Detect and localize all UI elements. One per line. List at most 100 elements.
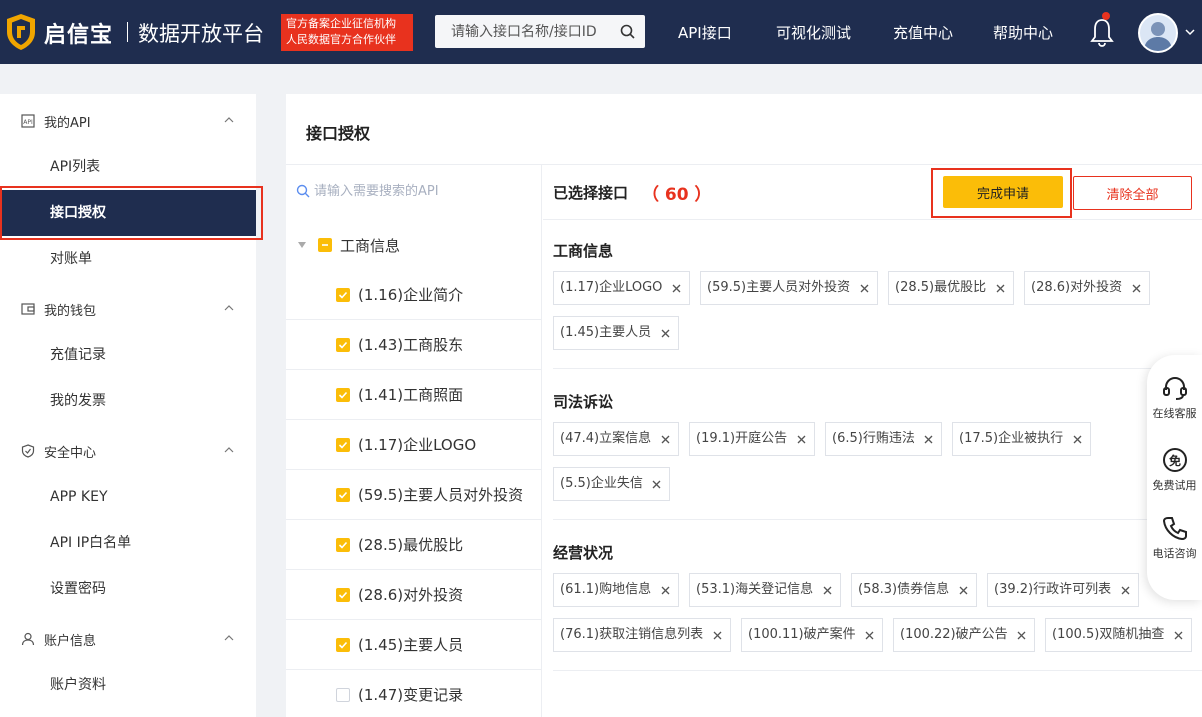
close-icon[interactable] <box>713 631 722 640</box>
sidebar-item-invoices[interactable]: 我的发票 <box>0 378 256 424</box>
tag-label: (76.1)获取注销信息列表 <box>560 627 704 642</box>
close-icon[interactable] <box>860 284 869 293</box>
selected-api-tag: (5.5)企业失信 <box>553 467 670 501</box>
sidebar-group-wallet[interactable]: 我的钱包 <box>0 285 256 331</box>
logo-shield-icon <box>7 14 35 50</box>
close-icon[interactable] <box>1132 284 1141 293</box>
chevron-up-icon[interactable] <box>224 117 234 123</box>
close-icon[interactable] <box>1017 631 1026 640</box>
tree-search-box <box>296 175 531 207</box>
sidebar-item-recharge-records[interactable]: 充值记录 <box>0 332 256 378</box>
free-icon: 免 <box>1162 448 1187 472</box>
float-free-trial[interactable]: 免 免费试用 <box>1147 447 1202 493</box>
tree-root-label: 工商信息 <box>340 237 401 255</box>
tag-label: (6.5)行贿违法 <box>832 431 915 446</box>
tree-item-checkbox[interactable] <box>336 388 350 402</box>
close-icon[interactable] <box>1174 631 1183 640</box>
check-icon <box>338 491 348 499</box>
close-icon[interactable] <box>924 435 933 444</box>
nav-api[interactable]: API接口 <box>678 22 732 43</box>
tree-item[interactable]: (1.43)工商股东 <box>286 320 542 370</box>
chevron-down-icon[interactable] <box>1185 28 1195 36</box>
tree-item-label: (1.16)企业简介 <box>358 286 464 304</box>
tree-root-node[interactable]: 工商信息 <box>286 225 542 265</box>
tree-item[interactable]: (1.47)变更记录 <box>286 670 542 717</box>
tree-item-checkbox[interactable] <box>336 588 350 602</box>
caret-down-icon[interactable] <box>298 242 306 248</box>
tag-label: (100.11)破产案件 <box>748 627 856 642</box>
tree-item-checkbox[interactable] <box>336 488 350 502</box>
close-icon[interactable] <box>661 329 670 338</box>
api-tree-panel: 工商信息 (1.16)企业简介 (1.43)工商股东 (1.41)工商照面 (1.17… <box>286 165 542 717</box>
close-icon[interactable] <box>797 435 806 444</box>
nav-visual-test[interactable]: 可视化测试 <box>776 22 851 43</box>
clear-all-button[interactable]: 清除全部 <box>1073 176 1192 210</box>
avatar[interactable] <box>1138 13 1178 53</box>
sidebar-item-api-list[interactable]: API列表 <box>0 144 256 190</box>
float-label: 电话咨询 <box>1152 547 1197 560</box>
tree-item-label: (1.17)企业LOGO <box>358 436 477 454</box>
api-search-box <box>435 15 645 48</box>
tree-item[interactable]: (1.45)主要人员 <box>286 620 542 670</box>
sidebar-group-security[interactable]: 安全中心 <box>0 427 256 473</box>
close-icon[interactable] <box>672 284 681 293</box>
category-divider <box>553 519 1202 520</box>
float-online-service[interactable]: 在线客服 <box>1147 375 1202 421</box>
svg-text:免: 免 <box>1168 453 1180 468</box>
tree-item[interactable]: (28.5)最优股比 <box>286 520 542 570</box>
selected-api-tag: (100.22)破产公告 <box>893 618 1035 652</box>
tree-item-checkbox[interactable] <box>336 638 350 652</box>
tag-label: (100.22)破产公告 <box>900 627 1008 642</box>
tree-item[interactable]: (28.6)对外投资 <box>286 570 542 620</box>
chevron-up-icon[interactable] <box>224 447 234 453</box>
tree-item[interactable]: (1.17)企业LOGO <box>286 420 542 470</box>
category-divider <box>553 368 1202 369</box>
badge-line-1: 官方备案企业征信机构 <box>286 17 396 30</box>
nav-help[interactable]: 帮助中心 <box>993 22 1053 43</box>
sidebar-item-ip-whitelist[interactable]: API IP白名单 <box>0 520 256 566</box>
tag-label: (17.5)企业被执行 <box>959 431 1064 446</box>
sidebar-item-app-key[interactable]: APP KEY <box>0 474 256 520</box>
logo-name[interactable]: 启信宝 <box>44 17 113 49</box>
selected-api-tag: (6.5)行贿违法 <box>825 422 942 456</box>
close-icon[interactable] <box>1121 586 1130 595</box>
close-icon[interactable] <box>996 284 1005 293</box>
tree-item-checkbox[interactable] <box>336 288 350 302</box>
tree-item[interactable]: (59.5)主要人员对外投资 <box>286 470 542 520</box>
tree-item-label: (28.5)最优股比 <box>358 536 464 554</box>
sidebar-item-set-password[interactable]: 设置密码 <box>0 566 256 612</box>
search-icon[interactable] <box>620 24 635 39</box>
tree-item-checkbox[interactable] <box>336 338 350 352</box>
close-icon[interactable] <box>865 631 874 640</box>
tree-item[interactable]: (1.41)工商照面 <box>286 370 542 420</box>
selected-api-tag: (100.5)双随机抽查 <box>1045 618 1192 652</box>
nav-recharge[interactable]: 充值中心 <box>893 22 953 43</box>
close-icon[interactable] <box>661 435 670 444</box>
tree-search-input[interactable] <box>314 175 524 207</box>
chevron-up-icon[interactable] <box>224 635 234 641</box>
tag-label: (5.5)企业失信 <box>560 476 643 491</box>
close-icon[interactable] <box>661 586 670 595</box>
api-search-input[interactable] <box>435 15 615 48</box>
tree-item-checkbox[interactable] <box>336 688 350 702</box>
close-icon[interactable] <box>652 480 661 489</box>
tree-item[interactable]: (1.16)企业简介 <box>286 270 542 320</box>
close-icon[interactable] <box>1073 435 1082 444</box>
bell-icon[interactable] <box>1090 16 1114 48</box>
floating-service-bar: 在线客服 免 免费试用 电话咨询 <box>1147 355 1202 600</box>
selected-api-tag: (53.1)海关登记信息 <box>689 573 841 607</box>
tree-root-checkbox[interactable] <box>318 238 332 252</box>
close-icon[interactable] <box>959 586 968 595</box>
sidebar-item-statement[interactable]: 对账单 <box>0 236 256 282</box>
tree-item-checkbox[interactable] <box>336 438 350 452</box>
sidebar-item-account-profile[interactable]: 账户资料 <box>0 662 256 708</box>
chevron-up-icon[interactable] <box>224 305 234 311</box>
selected-api-tag: (58.3)债券信息 <box>851 573 977 607</box>
tag-label: (28.5)最优股比 <box>895 280 987 295</box>
sidebar-group-account[interactable]: 账户信息 <box>0 615 256 661</box>
float-phone-consult[interactable]: 电话咨询 <box>1147 515 1202 561</box>
tree-item-checkbox[interactable] <box>336 538 350 552</box>
sidebar-group-my-api[interactable]: API 我的API <box>0 97 256 143</box>
close-icon[interactable] <box>823 586 832 595</box>
selected-api-tag: (28.6)对外投资 <box>1024 271 1150 305</box>
